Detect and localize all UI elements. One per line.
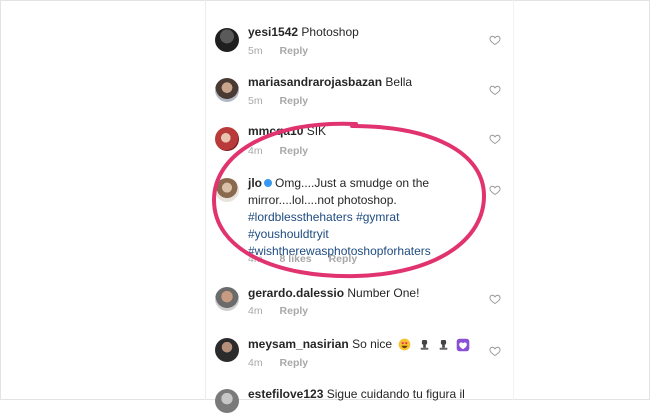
hashtag-link[interactable]: #youshouldtryit [248, 227, 329, 241]
panel-divider-left [205, 0, 206, 400]
heart-icon[interactable] [489, 293, 501, 305]
reply-button[interactable]: Reply [280, 357, 309, 369]
comment-body: Sigue cuidando tu figura il [326, 387, 465, 401]
comment-body: Bella [385, 75, 413, 89]
comment-text-line: mmcqa10 SIK [248, 123, 326, 140]
comment-text-line: mariasandrarojasbazan Bella [248, 74, 412, 91]
comment-username[interactable]: gerardo.dalessio [248, 286, 344, 300]
comment-time: 4m [248, 305, 263, 317]
reply-button[interactable]: Reply [280, 145, 309, 157]
comment-body: mirror....lol....not photoshop. [248, 193, 397, 207]
reply-button[interactable]: Reply [280, 45, 309, 57]
avatar[interactable] [215, 287, 239, 311]
comment-text-line: jlo Omg....Just a smudge on the [248, 175, 429, 192]
comment-username[interactable]: meysam_nasirian [248, 337, 349, 351]
comment-text-line: yesi1542 Photoshop [248, 24, 359, 41]
heart-icon[interactable] [489, 133, 501, 145]
heart-icon[interactable] [489, 84, 501, 96]
raised-fist-emoji [420, 340, 429, 351]
avatar[interactable] [215, 338, 239, 362]
avatar[interactable] [215, 28, 239, 52]
comment-text-line: #youshouldtryit [248, 226, 329, 243]
purple-heart-emoji [457, 338, 470, 352]
avatar[interactable] [215, 78, 239, 102]
comment-text-line: gerardo.dalessio Number One! [248, 285, 419, 302]
comment-body: Photoshop [301, 25, 359, 39]
comment-text-line: #lordblessthehaters #gymrat [248, 209, 399, 226]
avatar[interactable] [215, 127, 239, 151]
reply-button[interactable]: Reply [280, 305, 309, 317]
avatar[interactable] [215, 389, 239, 413]
panel-divider-right [513, 0, 514, 400]
comment-username[interactable]: mariasandrarojasbazan [248, 75, 382, 89]
hashtag-link[interactable]: #lordblessthehaters #gymrat [248, 210, 399, 224]
heart-icon[interactable] [489, 34, 501, 46]
comment-meta: 4m Reply [248, 145, 322, 157]
reply-button[interactable]: Reply [280, 95, 309, 107]
comment-time: 4m [248, 253, 263, 265]
comment-time: 4m [248, 145, 263, 157]
comment-time: 5m [248, 45, 263, 57]
comment-username[interactable]: jlo [248, 176, 262, 190]
comment-body: Number One! [347, 286, 420, 300]
comment-meta: 5m Reply [248, 95, 322, 107]
comment-meta: 4m Reply [248, 357, 322, 369]
comment-username[interactable]: mmcqa10 [248, 124, 303, 138]
reply-button[interactable]: Reply [329, 253, 358, 265]
comment-body: SIK [306, 124, 327, 138]
heart-icon[interactable] [489, 184, 501, 196]
verified-badge-icon [264, 178, 272, 187]
comment-meta: 5m Reply [248, 45, 322, 57]
comment-meta: 4m 8 likes Reply [248, 253, 371, 265]
heart-icon[interactable] [489, 345, 501, 357]
grinning-heart-eyes-emoji [399, 338, 411, 351]
comment-text-line: meysam_nasirian So nice [248, 336, 470, 353]
comment-username[interactable]: yesi1542 [248, 25, 298, 39]
comment-body: Omg....Just a smudge on the [275, 176, 430, 190]
likes-count[interactable]: 8 likes [280, 253, 312, 265]
comment-meta: 4m Reply [248, 305, 322, 317]
comment-time: 5m [248, 95, 263, 107]
raised-fist-emoji [439, 340, 448, 351]
comment-time: 4m [248, 357, 263, 369]
comment-text-line: estefilove123 Sigue cuidando tu figura i… [248, 386, 465, 403]
comment-text-line: mirror....lol....not photoshop. [248, 192, 397, 209]
comment-username[interactable]: estefilove123 [248, 387, 323, 401]
avatar[interactable] [215, 178, 239, 202]
comment-body: So nice [352, 337, 393, 351]
